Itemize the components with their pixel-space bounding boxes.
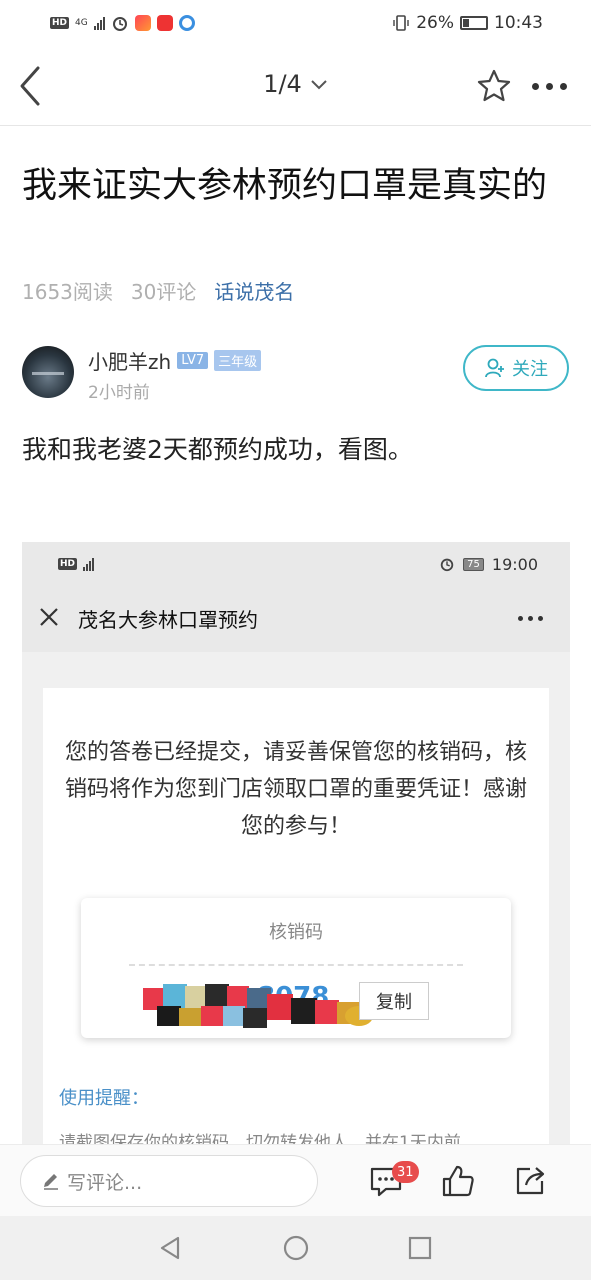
clock: 10:43 — [494, 13, 543, 33]
image-message: 您的答卷已经提交，请妥善保管您的核销码，核销码将作为您到门店领取口罩的重要凭证！… — [64, 740, 527, 839]
hd-indicator: HD — [50, 17, 70, 29]
author-row: 小肥羊zh LV7 三年级 2小时前 关注 — [22, 342, 572, 403]
battery-icon — [460, 16, 488, 30]
chevron-down-icon — [311, 80, 327, 90]
level-badge: LV7 — [177, 352, 209, 369]
avatar[interactable] — [22, 346, 74, 398]
article-title: 我来证实大参林预约口罩是真实的 — [22, 166, 548, 206]
battery-percent: 26% — [416, 13, 454, 33]
status-bar: HD 4G 26% 10:43 — [0, 0, 591, 46]
signal-icon — [93, 16, 105, 30]
recents-square-icon[interactable] — [406, 1234, 434, 1262]
tips-heading: 使用提醒： — [59, 1088, 149, 1109]
image-card: 您的答卷已经提交，请妥善保管您的核销码，核销码将作为您到门店领取口罩的重要凭证！… — [43, 688, 549, 1162]
close-icon — [40, 608, 58, 626]
tenure-badge: 三年级 — [214, 350, 262, 371]
star-icon[interactable] — [474, 66, 514, 106]
image-status-bar: HD 75 19:00 — [22, 542, 570, 586]
author-name-row: 小肥羊zh LV7 三年级 — [88, 346, 262, 375]
comment-count: 30评论 — [130, 280, 197, 304]
divider — [129, 964, 463, 966]
app-notification-icon — [156, 15, 173, 31]
image-hd-indicator: HD — [58, 558, 78, 570]
network-label: 4G — [75, 17, 88, 28]
share-icon[interactable] — [512, 1163, 548, 1199]
image-signal-icon — [83, 557, 95, 571]
add-user-icon — [485, 358, 504, 378]
home-circle-icon[interactable] — [282, 1234, 310, 1262]
image-title: 茂名大参林口罩预约 — [78, 608, 258, 632]
like-icon[interactable] — [440, 1163, 476, 1199]
article-meta: 1653阅读 30评论 话说茂名 — [22, 276, 294, 305]
code-label: 核销码 — [269, 922, 323, 943]
image-clock: 19:00 — [491, 554, 538, 574]
comment-placeholder: 写评论... — [67, 1171, 143, 1194]
redaction-scribble — [143, 984, 373, 1028]
comment-input[interactable]: 写评论... — [20, 1155, 318, 1207]
more-menu-icon[interactable] — [532, 74, 576, 98]
comment-bar: 写评论... 31 — [0, 1144, 591, 1216]
status-left: HD 4G — [50, 14, 195, 32]
follow-label: 关注 — [512, 359, 548, 380]
copy-button: 复制 — [359, 982, 429, 1020]
page-indicator-label: 1/4 — [263, 70, 302, 98]
author-name[interactable]: 小肥羊zh — [88, 346, 171, 375]
follow-button[interactable]: 关注 — [463, 345, 569, 391]
top-nav-bar: 1/4 — [0, 46, 591, 126]
vibrate-icon — [393, 15, 409, 31]
image-battery: 75 — [463, 557, 484, 571]
topic-link[interactable]: 话说茂名 — [214, 276, 294, 305]
app-notification-icon — [178, 15, 195, 31]
article-body: 我和我老婆2天都预约成功，看图。 — [22, 435, 413, 464]
image-header: 茂名大参林口罩预约 — [22, 586, 570, 652]
back-triangle-icon[interactable] — [156, 1234, 184, 1262]
read-count: 1653阅读 — [22, 280, 113, 304]
pencil-icon — [44, 1174, 58, 1190]
comment-count-badge: 31 — [392, 1161, 419, 1183]
article-image[interactable]: HD 75 19:00 茂名大参林口罩预约 您的答卷已经提交，请妥善保管您的核销… — [22, 542, 570, 1162]
status-right: 26% 10:43 — [392, 13, 543, 33]
image-alarm-icon — [440, 558, 454, 572]
image-more-icon — [518, 616, 543, 621]
app-notification-icon — [134, 15, 151, 31]
post-time: 2小时前 — [88, 383, 150, 403]
code-box: 核销码 …8078 复制 — [81, 898, 511, 1038]
system-nav-bar — [0, 1216, 591, 1280]
alarm-icon — [112, 17, 127, 31]
